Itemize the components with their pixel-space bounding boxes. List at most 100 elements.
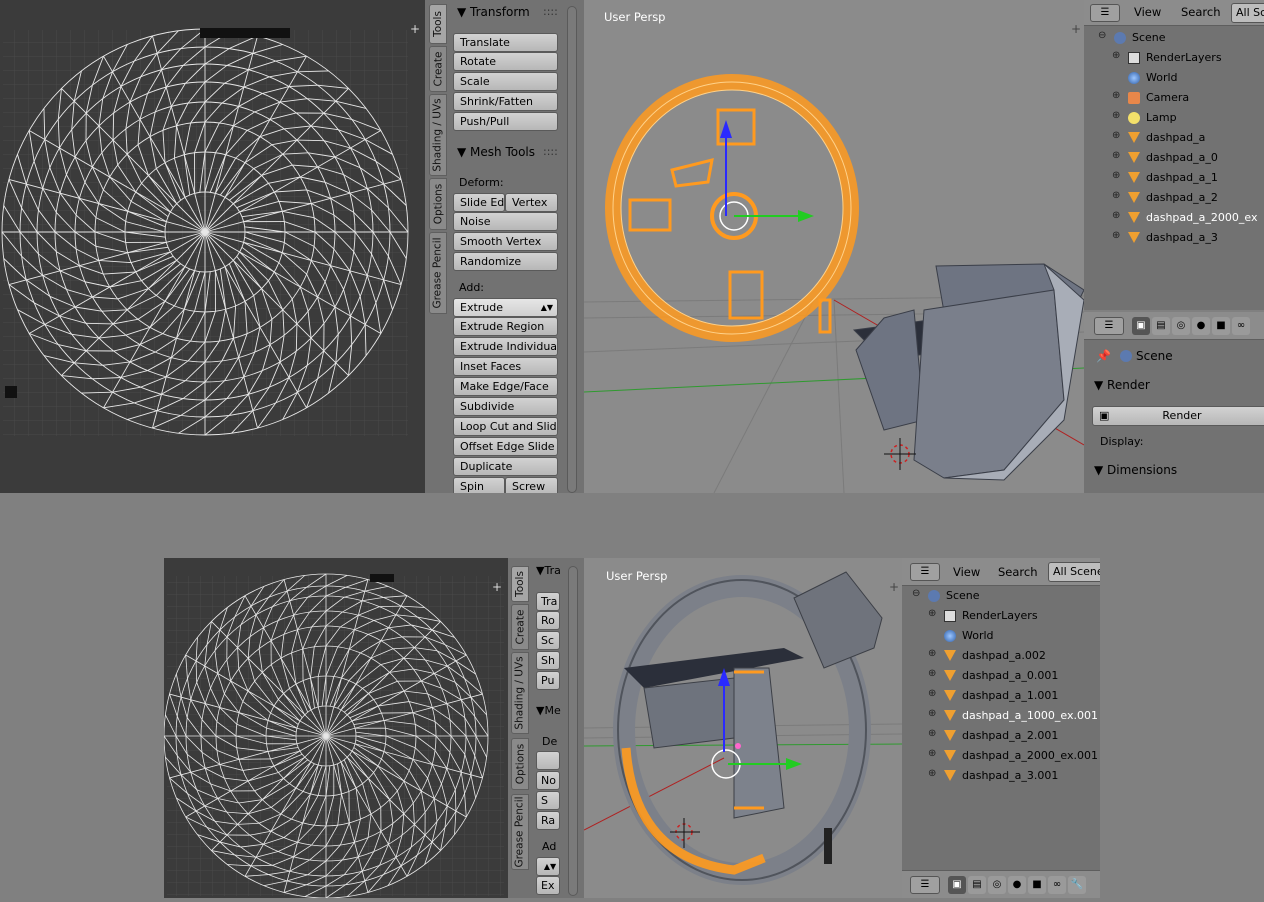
tab-create[interactable]: Create xyxy=(511,604,529,650)
expand-icon[interactable]: ⊕ xyxy=(928,768,936,779)
uv-editor-top[interactable]: + xyxy=(0,0,425,493)
outliner-row[interactable]: ⊕ RenderLayers xyxy=(902,606,1100,626)
add-region-icon[interactable]: + xyxy=(1071,22,1081,36)
outliner-row[interactable]: ⊕ dashpad_a_0.001 xyxy=(902,666,1100,686)
randomize-button[interactable]: Randomize xyxy=(453,252,558,271)
editor-type-icon[interactable]: ☰ xyxy=(1094,317,1124,335)
inset-faces-button[interactable]: Inset Faces xyxy=(453,357,558,376)
viewport-3d-bottom[interactable]: User Persp + xyxy=(584,558,902,898)
outliner-row[interactable]: ⊕ dashpad_a_3 xyxy=(1084,228,1264,248)
expand-icon[interactable]: ⊕ xyxy=(928,688,936,699)
tool-shelf-scrollbar[interactable] xyxy=(568,566,578,896)
view-menu[interactable]: View xyxy=(953,565,980,579)
outliner-row[interactable]: ⊕ dashpad_a_2000_ex.001 xyxy=(902,746,1100,766)
expand-icon[interactable]: ⊕ xyxy=(928,748,936,759)
scale-button[interactable]: Sc xyxy=(536,631,560,650)
outliner-row[interactable]: ⊕ dashpad_a_1000_ex.001 xyxy=(902,706,1100,726)
extrude-region-button[interactable]: Ex xyxy=(536,876,560,895)
tab-tools[interactable]: Tools xyxy=(429,4,447,44)
duplicate-button[interactable]: Duplicate xyxy=(453,457,558,476)
tab-options[interactable]: Options xyxy=(511,738,529,790)
noise-button[interactable]: Noise xyxy=(453,212,558,231)
offset-edge-slide-button[interactable]: Offset Edge Slide xyxy=(453,437,558,456)
constraints-context-icon[interactable]: ∞ xyxy=(1232,317,1250,335)
editor-type-icon[interactable]: ☰ xyxy=(1090,4,1120,22)
expand-icon[interactable]: ⊕ xyxy=(928,648,936,659)
outliner-row[interactable]: ⊖ Scene xyxy=(1084,28,1264,48)
extrude-dropdown[interactable]: Extrude ▲▼ xyxy=(453,298,558,317)
outliner-row[interactable]: ⊖ Scene xyxy=(902,586,1100,606)
tab-grease-pencil[interactable]: Grease Pencil xyxy=(511,794,529,870)
outliner-row[interactable]: ⊕ Camera xyxy=(1084,88,1264,108)
translate-button[interactable]: Tra xyxy=(536,592,560,611)
outliner-row[interactable]: ⊕ dashpad_a_2000_ex xyxy=(1084,208,1264,228)
outliner-row[interactable]: World xyxy=(1084,68,1264,88)
add-region-icon[interactable]: + xyxy=(492,580,502,594)
scene-context-icon[interactable]: ◎ xyxy=(1172,317,1190,335)
subdivide-button[interactable]: Subdivide xyxy=(453,397,558,416)
outliner-row[interactable]: ⊕ dashpad_a_1.001 xyxy=(902,686,1100,706)
tab-tools[interactable]: Tools xyxy=(511,566,529,602)
drag-handle-icon[interactable]: :::: xyxy=(543,145,558,158)
noise-button[interactable]: No xyxy=(536,771,560,790)
tab-options[interactable]: Options xyxy=(429,178,447,230)
outliner-row[interactable]: ⊕ RenderLayers xyxy=(1084,48,1264,68)
expand-icon[interactable]: ⊕ xyxy=(1112,230,1120,241)
extrude-individual-button[interactable]: Extrude Individual xyxy=(453,337,558,356)
randomize-button[interactable]: Ra xyxy=(536,811,560,830)
render-section-header[interactable]: ▼ Render xyxy=(1094,378,1150,392)
outliner-row[interactable]: ⊕ dashpad_a_2.001 xyxy=(902,726,1100,746)
extrude-region-button[interactable]: Extrude Region xyxy=(453,317,558,336)
smooth-vertex-button[interactable]: Smooth Vertex xyxy=(453,232,558,251)
expand-icon[interactable]: ⊕ xyxy=(1112,110,1120,121)
outliner-row[interactable]: ⊕ dashpad_a_0 xyxy=(1084,148,1264,168)
rotate-button[interactable]: Ro xyxy=(536,611,560,630)
add-region-icon[interactable]: + xyxy=(410,22,420,36)
scene-filter-dropdown[interactable]: All Sc xyxy=(1231,3,1264,23)
modifiers-context-icon[interactable]: 🔧 xyxy=(1068,876,1086,894)
add-region-icon[interactable]: + xyxy=(889,580,899,594)
screw-button[interactable]: Screw xyxy=(505,477,558,493)
render-layers-context-icon[interactable]: ▤ xyxy=(968,876,986,894)
tab-grease-pencil[interactable]: Grease Pencil xyxy=(429,232,447,314)
render-button[interactable]: ▣ Render xyxy=(1092,406,1264,426)
slide-edge-button[interactable] xyxy=(536,751,560,770)
tab-create[interactable]: Create xyxy=(429,46,447,92)
uv-editor-bottom[interactable]: + xyxy=(164,558,508,898)
expand-icon[interactable]: ⊕ xyxy=(928,608,936,619)
translate-button[interactable]: Translate xyxy=(453,33,558,52)
viewport-3d-top[interactable]: User Persp + xyxy=(584,0,1084,493)
shrink-fatten-button[interactable]: Shrink/Fatten xyxy=(453,92,558,111)
expand-icon[interactable]: ⊕ xyxy=(1112,210,1120,221)
object-context-icon[interactable]: ■ xyxy=(1028,876,1046,894)
extrude-dropdown[interactable]: ▲▼ xyxy=(536,857,560,876)
world-context-icon[interactable]: ● xyxy=(1008,876,1026,894)
expand-icon[interactable]: ⊕ xyxy=(1112,150,1120,161)
editor-type-icon[interactable]: ☰ xyxy=(910,563,940,581)
expand-icon[interactable]: ⊕ xyxy=(928,668,936,679)
outliner-row[interactable]: ⊕ dashpad_a_1 xyxy=(1084,168,1264,188)
expand-icon[interactable]: ⊕ xyxy=(928,728,936,739)
render-context-icon[interactable]: ▣ xyxy=(948,876,966,894)
expand-icon[interactable]: ⊕ xyxy=(1112,170,1120,181)
view-menu[interactable]: View xyxy=(1134,5,1161,19)
transform-panel-header[interactable]: ▼ Transform xyxy=(457,5,530,19)
slide-edge-button[interactable]: Slide Ed xyxy=(453,193,505,212)
rotate-button[interactable]: Rotate xyxy=(453,52,558,71)
expand-icon[interactable]: ⊕ xyxy=(1112,130,1120,141)
search-menu[interactable]: Search xyxy=(998,565,1038,579)
scene-filter-dropdown[interactable]: All Scenes xyxy=(1048,562,1100,582)
mesh-tools-panel-header[interactable]: ▼ Mesh Tools xyxy=(457,145,535,159)
editor-type-icon[interactable]: ☰ xyxy=(910,876,940,894)
tool-shelf-scrollbar[interactable] xyxy=(567,6,577,493)
transform-panel-header[interactable]: ▼Tra xyxy=(536,564,561,577)
expand-icon[interactable]: ⊕ xyxy=(1112,50,1120,61)
outliner-row[interactable]: ⊕ dashpad_a xyxy=(1084,128,1264,148)
scale-button[interactable]: Scale xyxy=(453,72,558,91)
expand-icon[interactable]: ⊕ xyxy=(1112,90,1120,101)
outliner-row[interactable]: ⊕ dashpad_a.002 xyxy=(902,646,1100,666)
outliner-row[interactable]: ⊕ dashpad_a_2 xyxy=(1084,188,1264,208)
drag-handle-icon[interactable]: :::: xyxy=(543,5,558,18)
smooth-vertex-button[interactable]: S xyxy=(536,791,560,810)
loop-cut-slide-button[interactable]: Loop Cut and Slide xyxy=(453,417,558,436)
